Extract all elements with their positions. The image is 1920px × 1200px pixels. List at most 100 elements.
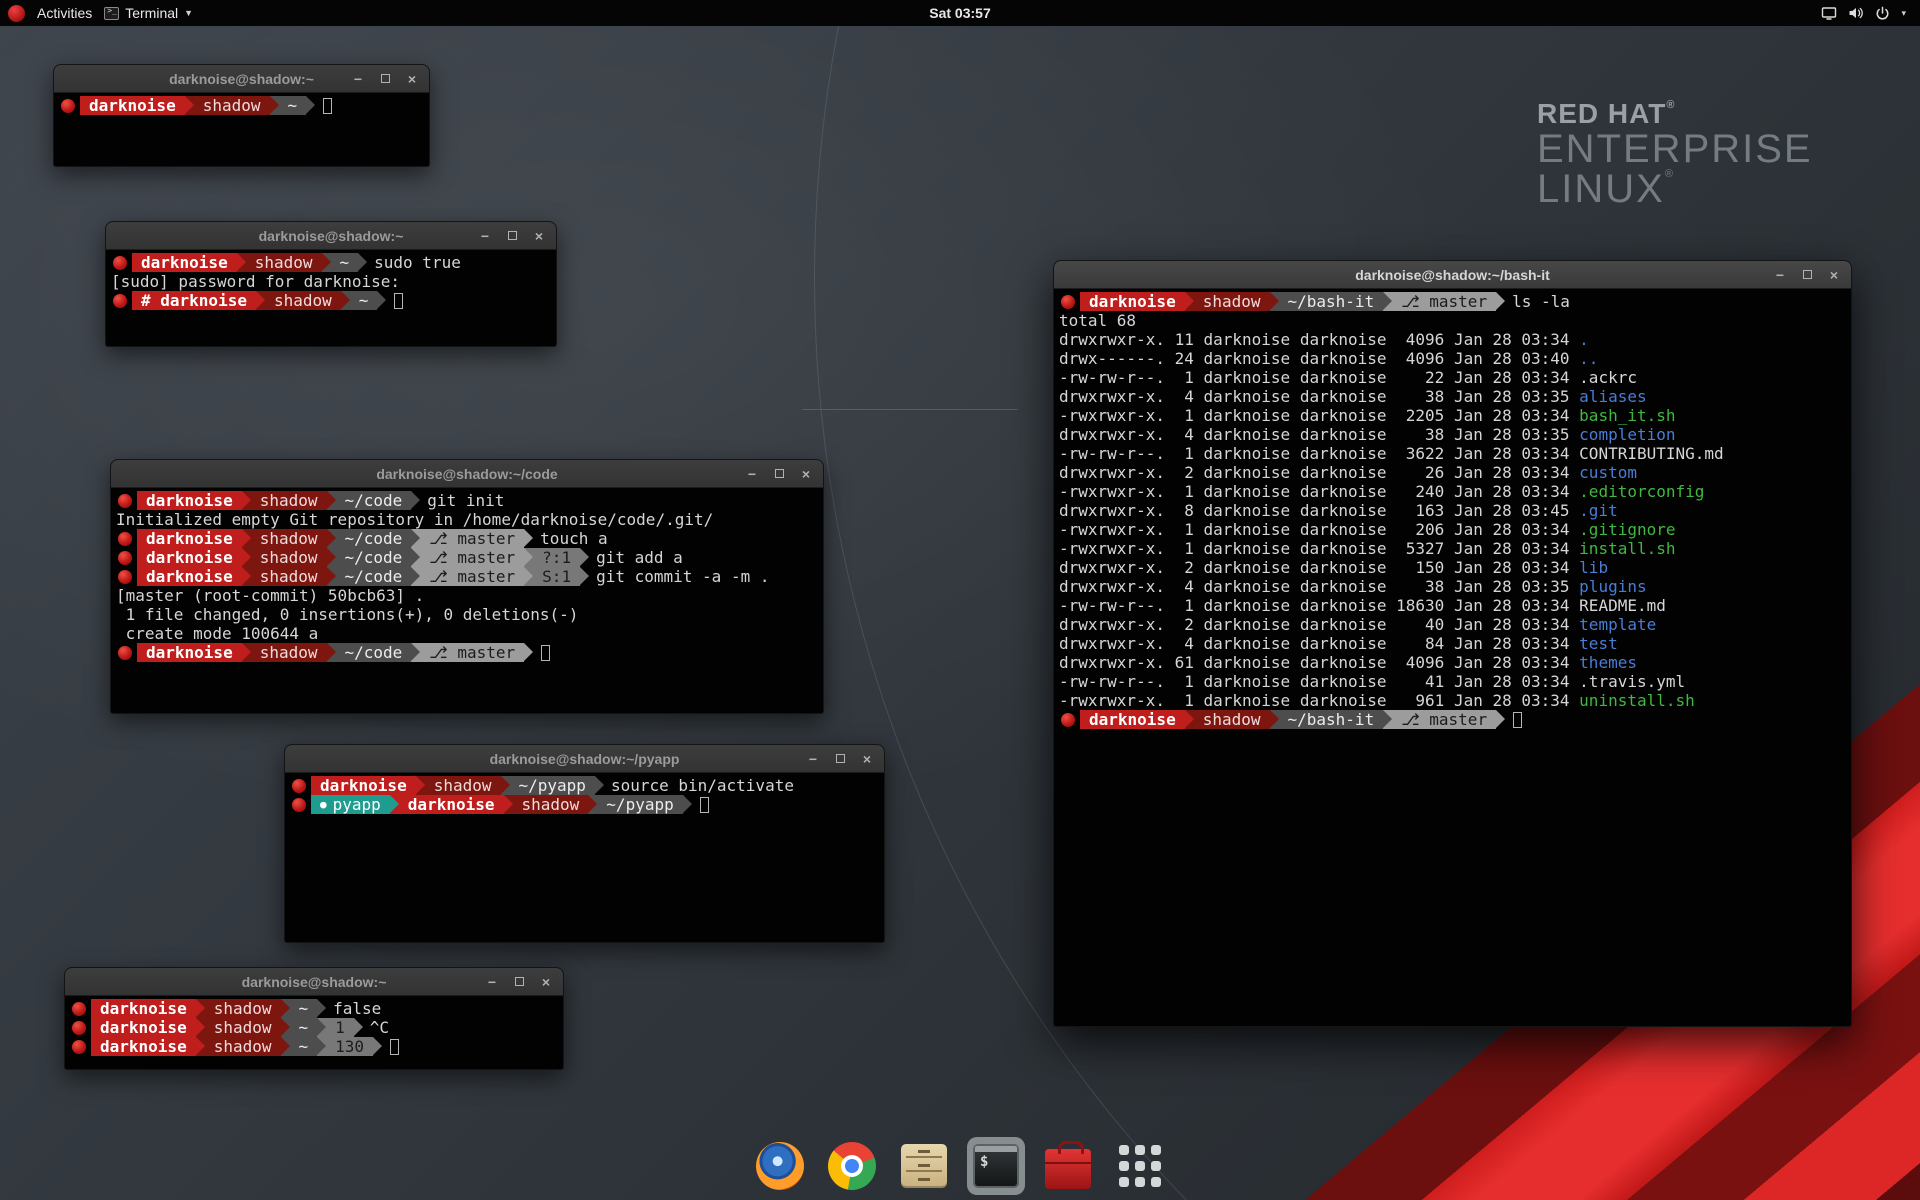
close-button[interactable]: × bbox=[1827, 268, 1841, 282]
prompt-segment-git: ⎇ master bbox=[420, 529, 524, 548]
close-button[interactable]: × bbox=[860, 752, 874, 766]
toolbox-launcher[interactable] bbox=[1039, 1137, 1097, 1195]
minimize-button[interactable]: − bbox=[806, 752, 820, 766]
close-button[interactable]: × bbox=[539, 975, 553, 989]
terminal-cursor bbox=[390, 1039, 399, 1055]
prompt-segment-user: darknoise bbox=[137, 491, 242, 510]
activities-button[interactable]: Activities bbox=[37, 5, 92, 21]
window-titlebar[interactable]: darknoise@shadow:~/code − × bbox=[111, 460, 823, 488]
clock[interactable]: Sat 03:57 bbox=[929, 5, 990, 21]
prompt-icon bbox=[1061, 295, 1075, 309]
grid-dot bbox=[1135, 1161, 1145, 1171]
terminal-body[interactable]: darknoiseshadow~/bash-it⎇ masterls -lato… bbox=[1054, 289, 1851, 729]
powerline-triangle bbox=[683, 795, 692, 813]
window-controls: − × bbox=[478, 222, 546, 249]
powerline-triangle bbox=[327, 548, 336, 566]
terminal-window-0[interactable]: darknoise@shadow:~ − × darknoiseshadow~ bbox=[53, 64, 430, 167]
close-button[interactable]: × bbox=[799, 467, 813, 481]
terminal-text: drwxrwxr-x. 4 darknoise darknoise 38 Jan… bbox=[1059, 387, 1579, 406]
app-grid-icon bbox=[1119, 1145, 1161, 1187]
close-button[interactable]: × bbox=[532, 229, 546, 243]
terminal-line: darknoiseshadow~/code⎇ mastertouch a bbox=[116, 529, 821, 548]
terminal-text: [sudo] password for darknoise: bbox=[111, 272, 400, 291]
terminal-body[interactable]: darknoiseshadow~/codegit initInitialized… bbox=[111, 488, 823, 662]
window-titlebar[interactable]: darknoise@shadow:~ − × bbox=[54, 65, 429, 93]
terminal-line: drwxrwxr-x. 4 darknoise darknoise 84 Jan… bbox=[1059, 634, 1849, 653]
window-controls: − × bbox=[806, 745, 874, 772]
maximize-button[interactable] bbox=[378, 74, 392, 83]
grid-dot bbox=[1151, 1161, 1161, 1171]
terminal-text: drwxrwxr-x. 2 darknoise darknoise 26 Jan… bbox=[1059, 463, 1579, 482]
terminal-body[interactable]: darknoiseshadow~falsedarknoiseshadow~1^C… bbox=[65, 996, 563, 1056]
powerline-separator-icon bbox=[242, 643, 251, 662]
maximize-icon bbox=[775, 469, 784, 478]
distro-icon bbox=[8, 5, 25, 22]
app-grid-launcher[interactable] bbox=[1111, 1137, 1169, 1195]
terminal-window-3[interactable]: darknoise@shadow:~/pyapp − × darknoisesh… bbox=[284, 744, 885, 943]
powerline-triangle bbox=[411, 548, 420, 566]
prompt-segment-host: shadow bbox=[1194, 292, 1270, 311]
firefox-launcher[interactable] bbox=[751, 1137, 809, 1195]
window-title: darknoise@shadow:~/bash-it bbox=[1355, 267, 1550, 283]
terminal-launcher[interactable]: $ bbox=[967, 1137, 1025, 1195]
app-menu[interactable]: Terminal ▼ bbox=[104, 5, 193, 21]
system-status-area[interactable]: ▾ bbox=[1821, 5, 1920, 21]
terminal-line: 1 file changed, 0 insertions(+), 0 delet… bbox=[116, 605, 821, 624]
minimize-button[interactable]: − bbox=[478, 229, 492, 243]
powerline-triangle bbox=[501, 776, 510, 794]
prompt-segment-user: # darknoise bbox=[132, 291, 256, 310]
powerline-separator-icon bbox=[242, 567, 251, 586]
maximize-button[interactable] bbox=[505, 231, 519, 240]
powerline-separator-icon bbox=[1496, 292, 1505, 311]
chrome-launcher[interactable] bbox=[823, 1137, 881, 1195]
terminal-body[interactable]: darknoiseshadow~sudo true[sudo] password… bbox=[106, 250, 556, 310]
window-titlebar[interactable]: darknoise@shadow:~/bash-it − × bbox=[1054, 261, 1851, 289]
powerline-separator-icon bbox=[281, 1018, 290, 1037]
minimize-button[interactable]: − bbox=[1773, 268, 1787, 282]
close-button[interactable]: × bbox=[405, 72, 419, 86]
terminal-text: custom bbox=[1579, 463, 1637, 482]
powerline-separator-icon bbox=[580, 548, 589, 567]
powerline-triangle bbox=[327, 643, 336, 661]
minimize-button[interactable]: − bbox=[745, 467, 759, 481]
maximize-button[interactable] bbox=[1800, 270, 1814, 279]
window-titlebar[interactable]: darknoise@shadow:~ − × bbox=[106, 222, 556, 250]
powerline-separator-icon bbox=[411, 643, 420, 662]
window-titlebar[interactable]: darknoise@shadow:~ − × bbox=[65, 968, 563, 996]
terminal-window-1[interactable]: darknoise@shadow:~ − × darknoiseshadow~s… bbox=[105, 221, 557, 347]
terminal-window-5[interactable]: darknoise@shadow:~/bash-it − × darknoise… bbox=[1053, 260, 1852, 1027]
files-icon bbox=[901, 1144, 947, 1188]
volume-icon bbox=[1848, 5, 1864, 21]
terminal-line: -rw-rw-r--. 1 darknoise darknoise 18630 … bbox=[1059, 596, 1849, 615]
terminal-text: Initialized empty Git repository in /hom… bbox=[116, 510, 713, 529]
terminal-body[interactable]: darknoiseshadow~ bbox=[54, 93, 429, 115]
prompt-segment-path: ~/code bbox=[336, 529, 412, 548]
prompt-segment-host: shadow bbox=[251, 567, 327, 586]
terminal-text: -rwxrwxr-x. 1 darknoise darknoise 5327 J… bbox=[1059, 539, 1579, 558]
terminal-window-4[interactable]: darknoise@shadow:~ − × darknoiseshadow~f… bbox=[64, 967, 564, 1070]
powerline-separator-icon bbox=[411, 548, 420, 567]
powerline-triangle bbox=[1496, 292, 1505, 310]
powerline-triangle bbox=[306, 96, 315, 114]
maximize-button[interactable] bbox=[512, 977, 526, 986]
terminal-text: create mode 100644 a bbox=[116, 624, 318, 643]
minimize-button[interactable]: − bbox=[485, 975, 499, 989]
powerline-separator-icon bbox=[1496, 710, 1505, 729]
maximize-button[interactable] bbox=[772, 469, 786, 478]
terminal-window-2[interactable]: darknoise@shadow:~/code − × darknoise sha… bbox=[110, 459, 824, 714]
prompt-icon bbox=[118, 570, 132, 584]
powerline-triangle bbox=[317, 1037, 326, 1055]
prompt-segment-venv: ●pyapp bbox=[311, 795, 390, 814]
powerline-separator-icon bbox=[588, 795, 597, 814]
maximize-button[interactable] bbox=[833, 754, 847, 763]
files-launcher[interactable] bbox=[895, 1137, 953, 1195]
terminal-body[interactable]: darknoiseshadow~/pyappsource bin/activat… bbox=[285, 773, 884, 814]
toolbox-icon bbox=[1045, 1149, 1091, 1189]
chevron-down-icon: ▾ bbox=[1901, 8, 1906, 19]
minimize-button[interactable]: − bbox=[351, 72, 365, 86]
chrome-center-dot bbox=[841, 1155, 863, 1177]
prompt-segment-host: shadow bbox=[425, 776, 501, 795]
terminal-text: drwxrwxr-x. 4 darknoise darknoise 84 Jan… bbox=[1059, 634, 1579, 653]
window-titlebar[interactable]: darknoise@shadow:~/pyapp − × bbox=[285, 745, 884, 773]
powerline-separator-icon bbox=[327, 491, 336, 510]
